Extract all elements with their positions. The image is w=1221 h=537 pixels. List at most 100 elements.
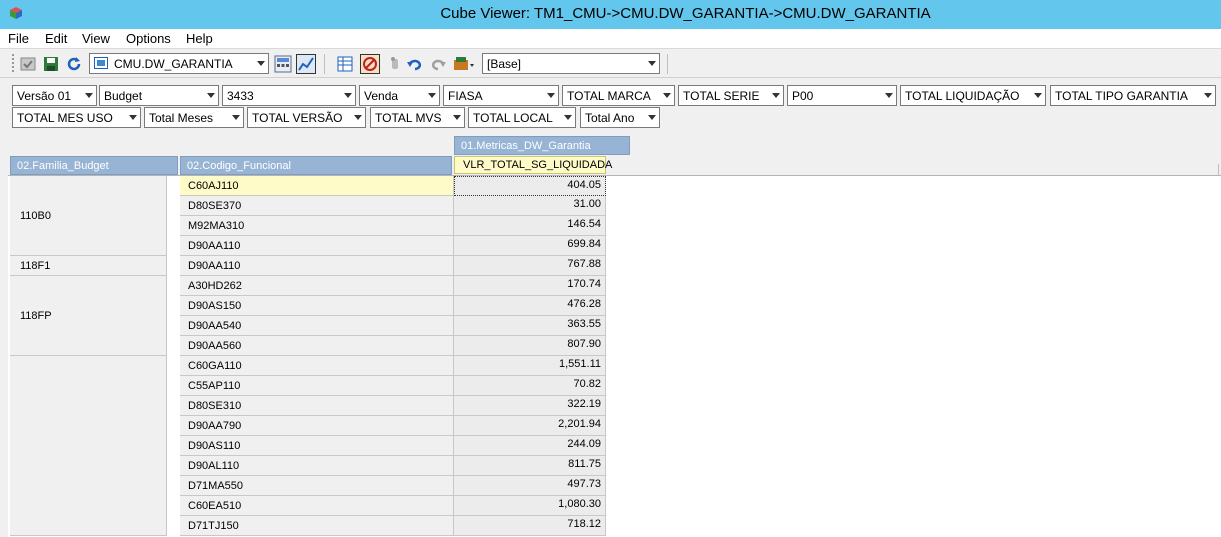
toolbar-separator [324, 54, 325, 74]
title-dimension-value: Versão 01 [17, 89, 72, 103]
chevron-down-icon [648, 115, 656, 120]
row-code-cell[interactable]: D90AA790 [180, 416, 454, 436]
row-code-cell[interactable]: D90AA110 [180, 236, 454, 256]
title-dimension-select[interactable]: Total Meses [144, 107, 244, 128]
row-code-cell[interactable]: D80SE370 [180, 196, 454, 216]
row-family-cell[interactable]: 118FP [10, 276, 167, 356]
cube-view-icon [94, 57, 108, 69]
title-dimension-select[interactable]: P00 [787, 85, 897, 106]
value-cell[interactable]: 170.74 [454, 276, 606, 296]
value-cell[interactable]: 363.55 [454, 316, 606, 336]
chevron-down-icon [648, 61, 656, 66]
chevron-down-icon [354, 115, 362, 120]
value-cell[interactable]: 767.88 [454, 256, 606, 276]
row-code-cell[interactable]: D90AS150 [180, 296, 454, 316]
save-icon[interactable] [43, 56, 59, 72]
row-family-cell[interactable]: 110B0 [10, 176, 167, 256]
chart-icon[interactable] [296, 54, 316, 74]
column-dimension-header[interactable]: 01.Metricas_DW_Garantia [454, 136, 630, 155]
value-cell[interactable]: 1,080.30 [454, 496, 606, 516]
menu-help[interactable]: Help [186, 31, 213, 46]
value-cell[interactable]: 404.05 [454, 176, 606, 196]
title-dimension-select[interactable]: Total Ano [580, 107, 660, 128]
value-cell[interactable]: 70.82 [454, 376, 606, 396]
title-dimension-value: Total Meses [149, 111, 214, 125]
menu-edit[interactable]: Edit [45, 31, 67, 46]
title-dimension-select[interactable]: FIASA [443, 85, 559, 106]
row-code-cell[interactable]: D80SE310 [180, 396, 454, 416]
export-icon[interactable] [453, 56, 475, 72]
value-cell[interactable]: 476.28 [454, 296, 606, 316]
value-cell[interactable]: 807.90 [454, 336, 606, 356]
row-code-cell[interactable]: D90AL110 [180, 456, 454, 476]
chevron-down-icon [232, 115, 240, 120]
title-dimension-select[interactable]: Budget [99, 85, 219, 106]
chevron-down-icon [453, 115, 461, 120]
title-dimension-select[interactable]: TOTAL MVS [370, 107, 465, 128]
row-dimension-codigo[interactable]: 02.Codigo_Funcional [180, 156, 452, 175]
undo-icon[interactable] [407, 56, 423, 72]
value-cell[interactable]: 322.19 [454, 396, 606, 416]
row-family-cell[interactable]: 118F1 [10, 256, 167, 276]
row-code-cell[interactable]: C60EA510 [180, 496, 454, 516]
value-cell[interactable]: 497.73 [454, 476, 606, 496]
row-code-cell[interactable]: C60GA110 [180, 356, 454, 376]
redo-icon[interactable] [430, 56, 446, 72]
title-dimension-select[interactable]: TOTAL SERIE [678, 85, 784, 106]
toolbar-grip[interactable] [12, 54, 14, 74]
title-dimension-value: Total Ano [585, 111, 635, 125]
row-code-cell[interactable]: D90AA110 [180, 256, 454, 276]
chevron-down-icon [1204, 93, 1212, 98]
row-dimension-familia[interactable]: 02.Familia_Budget [10, 156, 178, 175]
value-cell[interactable]: 1,551.11 [454, 356, 606, 376]
title-dimension-select[interactable]: Versão 01 [12, 85, 97, 106]
title-dimension-select[interactable]: 3433 [222, 85, 356, 106]
row-code-cell[interactable]: D71MA550 [180, 476, 454, 496]
row-code-cell[interactable]: D90AS110 [180, 436, 454, 456]
row-code-cell[interactable]: D71TJ150 [180, 516, 454, 536]
row-code-cell[interactable]: C55AP110 [180, 376, 454, 396]
title-dimension-value: Budget [104, 89, 143, 103]
recalc-check-icon[interactable] [20, 56, 36, 72]
row-code-cell[interactable]: D90AA540 [180, 316, 454, 336]
menu-file[interactable]: File [8, 31, 29, 46]
row-code-cell[interactable]: M92MA310 [180, 216, 454, 236]
title-dimension-select[interactable]: TOTAL VERSÃO [247, 107, 366, 128]
value-cell[interactable]: 811.75 [454, 456, 606, 476]
title-dimension-select[interactable]: Venda [359, 85, 440, 106]
row-family-cell[interactable] [10, 356, 167, 536]
title-dimension-select[interactable]: TOTAL TIPO GARANTIA [1050, 85, 1216, 106]
view-select[interactable]: [Base] [482, 53, 660, 74]
value-cell[interactable]: 31.00 [454, 196, 606, 216]
cube-grid: 110B0 118F1 118FP C60AJ110 404.05 D80SE370 31.… [8, 175, 1221, 537]
chevron-down-icon [663, 93, 671, 98]
value-cell[interactable]: 146.54 [454, 216, 606, 236]
calculator-icon[interactable] [274, 55, 292, 73]
title-dimension-select[interactable]: TOTAL MARCA [562, 85, 675, 106]
menu-view[interactable]: View [82, 31, 110, 46]
title-dimension-value: FIASA [448, 89, 483, 103]
chevron-down-icon [129, 115, 137, 120]
no-icon[interactable] [360, 54, 380, 74]
row-code-cell[interactable]: A30HD262 [180, 276, 454, 296]
hand-icon[interactable] [387, 56, 403, 72]
row-code-cell[interactable]: D90AA560 [180, 336, 454, 356]
title-dimension-value: TOTAL LIQUIDAÇÃO [905, 89, 1020, 103]
column-member-header[interactable]: VLR_TOTAL_SG_LIQUIDADA [454, 156, 612, 174]
value-cell[interactable]: 2,201.94 [454, 416, 606, 436]
grid-icon[interactable] [337, 56, 353, 72]
title-dimension-value: 3433 [227, 89, 254, 103]
value-cell[interactable]: 244.09 [454, 436, 606, 456]
cube-select[interactable]: CMU.DW_GARANTIA [89, 53, 269, 74]
value-cell[interactable]: 699.84 [454, 236, 606, 256]
toolbar: CMU.DW_GARANTIA [Base] [0, 49, 1221, 78]
title-dimension-select[interactable]: TOTAL LOCAL [468, 107, 576, 128]
chevron-down-icon [85, 93, 93, 98]
refresh-icon[interactable] [66, 56, 82, 72]
title-dimension-value: TOTAL MVS [375, 111, 442, 125]
title-dimension-select[interactable]: TOTAL MES USO [12, 107, 141, 128]
row-code-cell[interactable]: C60AJ110 [180, 176, 454, 196]
title-dimension-select[interactable]: TOTAL LIQUIDAÇÃO [900, 85, 1046, 106]
menu-options[interactable]: Options [126, 31, 171, 46]
value-cell[interactable]: 718.12 [454, 516, 606, 536]
